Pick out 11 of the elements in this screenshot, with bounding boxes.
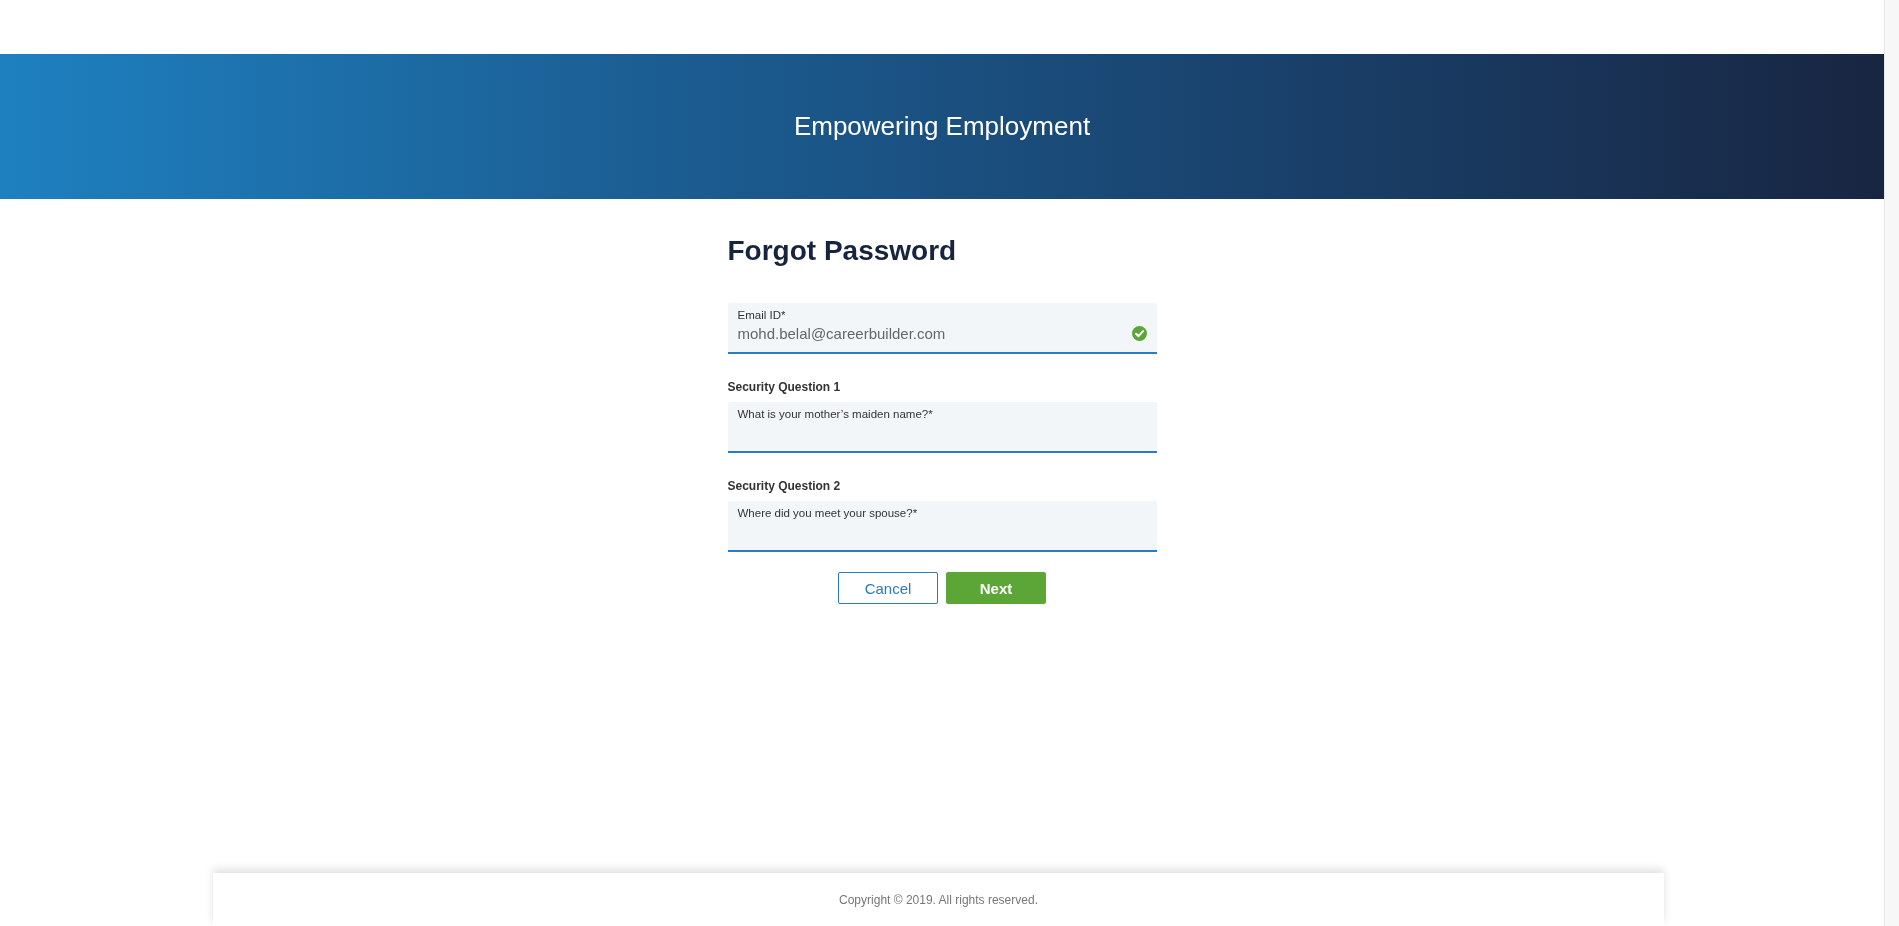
question-heading: Security Question 2 bbox=[727, 479, 842, 493]
answer-field[interactable]: What is your mother’s maiden name?* bbox=[727, 402, 1157, 453]
page-title: Forgot Password bbox=[727, 235, 958, 267]
site-title: Empowering Employment bbox=[793, 111, 1091, 142]
scrollbar-track[interactable] bbox=[1884, 0, 1899, 926]
question-heading: Security Question 1 bbox=[727, 380, 842, 394]
answer-field[interactable]: Where did you meet your spouse?* bbox=[727, 501, 1157, 552]
cancel-button[interactable]: Cancel bbox=[838, 572, 938, 604]
copyright-text: Copyright © 2019. All rights reserved. bbox=[839, 892, 1038, 907]
email-field[interactable]: Email ID* mohd.belal@careerbuilder.com bbox=[727, 303, 1157, 354]
email-input[interactable]: mohd.belal@careerbuilder.com bbox=[737, 325, 1132, 342]
